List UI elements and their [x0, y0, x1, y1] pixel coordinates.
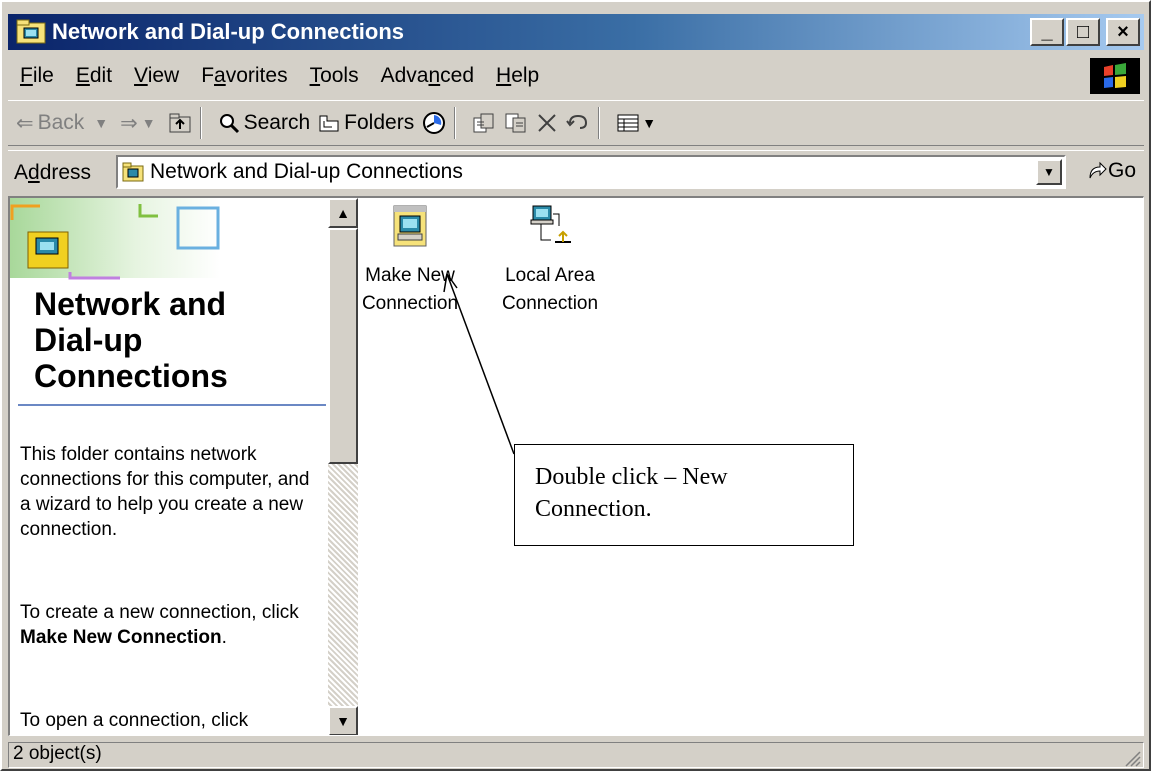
scroll-up-button[interactable]: ▲	[328, 198, 358, 228]
folders-label: Folders	[344, 111, 415, 134]
scroll-thumb[interactable]	[328, 228, 358, 464]
network-folder-icon	[16, 19, 46, 45]
undo-icon	[566, 114, 588, 129]
menu-advanced[interactable]: Advanced	[381, 64, 474, 88]
back-button[interactable]: ⇐ Back ▼	[16, 111, 112, 136]
views-button[interactable]: ▼	[616, 112, 660, 134]
copy-to-icon	[505, 113, 526, 133]
status-object-count: 2 object(s)	[8, 742, 1144, 768]
item-label-line1: Local Area	[505, 265, 595, 286]
delete-button[interactable]	[536, 112, 558, 134]
menu-favorites[interactable]: Favorites	[201, 64, 287, 88]
views-icon	[617, 114, 639, 132]
copy-to-button[interactable]	[504, 112, 528, 134]
back-arrow-icon: ⇐	[16, 111, 34, 135]
search-label: Search	[243, 111, 311, 134]
item-label-line2: Connection	[501, 293, 599, 314]
pane-title: Network and Dial-up Connections	[34, 286, 228, 394]
go-button[interactable]: Go	[1086, 159, 1136, 183]
delete-icon	[538, 114, 556, 132]
views-dropdown-icon: ▼	[642, 115, 657, 131]
status-bar: 2 object(s)	[8, 742, 1144, 770]
address-bar: Address Network and Dial-up Connections …	[8, 150, 1144, 194]
lan-connection-icon	[530, 205, 571, 243]
menu-file[interactable]: File	[20, 64, 54, 88]
address-dropdown-button[interactable]: ▼	[1036, 159, 1062, 185]
pane-open-instructions: To open a connection, click	[20, 710, 249, 731]
banner-graphic	[10, 198, 220, 280]
toolbar-separator	[598, 107, 601, 139]
scroll-down-button[interactable]: ▼	[328, 706, 358, 735]
title-bar[interactable]: Network and Dial-up Connections _ □ ×	[8, 14, 1144, 50]
forward-button[interactable]: ⇒ ▼	[120, 111, 159, 136]
item-label-line2: Connection	[361, 293, 459, 314]
maximize-button[interactable]: □	[1066, 18, 1100, 46]
search-button[interactable]: Search	[218, 111, 311, 135]
menu-edit[interactable]: Edit	[76, 64, 112, 88]
back-label: Back	[37, 111, 85, 134]
web-view-pane: Network and Dial-up Connections This fol…	[10, 198, 326, 735]
left-pane-scrollbar[interactable]: ▲ ▼	[328, 198, 358, 735]
folders-icon	[319, 115, 339, 132]
folder-content: Network and Dial-up Connections This fol…	[8, 196, 1144, 736]
up-folder-icon	[169, 113, 191, 133]
callout-line1: Double click – New	[535, 464, 728, 490]
explorer-window: Network and Dial-up Connections _ □ × Fi…	[0, 0, 1151, 771]
instruction-callout: Double click – New Connection.	[514, 444, 854, 546]
standard-toolbar: ⇐ Back ▼ ⇒ ▼ Search Folders ▼	[8, 100, 1144, 146]
pane-create-instructions: To create a new connection, click Make N…	[20, 602, 299, 648]
window-title: Network and Dial-up Connections	[52, 19, 405, 44]
forward-dropdown-icon: ▼	[141, 115, 156, 131]
make-new-connection-icon	[393, 205, 427, 247]
callout-line2: Connection.	[535, 496, 652, 522]
local-area-connection-item[interactable]: Local Area Connection	[490, 204, 610, 318]
move-to-icon	[473, 113, 494, 133]
search-icon	[219, 114, 239, 134]
toolbar-separator	[454, 107, 457, 139]
up-folder-button[interactable]	[168, 112, 192, 134]
address-label: Address	[14, 160, 92, 184]
menu-help[interactable]: Help	[496, 64, 539, 88]
history-icon	[423, 112, 446, 134]
pane-divider	[18, 404, 326, 406]
history-button[interactable]	[422, 111, 446, 135]
go-arrow-icon	[1089, 161, 1107, 179]
close-button[interactable]: ×	[1106, 18, 1140, 46]
folders-button[interactable]: Folders	[318, 111, 414, 135]
forward-arrow-icon: ⇒	[120, 111, 138, 135]
menu-tools[interactable]: Tools	[310, 64, 359, 88]
address-input[interactable]: Network and Dial-up Connections ▼	[116, 155, 1066, 189]
windows-logo-icon	[1090, 58, 1140, 94]
pane-description: This folder contains network connections…	[20, 444, 310, 540]
address-value: Network and Dial-up Connections	[150, 160, 463, 183]
make-new-connection-item[interactable]: Make New Connection	[360, 204, 460, 318]
go-label: Go	[1107, 159, 1136, 182]
item-label-line1: Make New	[365, 265, 455, 286]
back-dropdown-icon: ▼	[94, 115, 109, 131]
undo-button[interactable]	[566, 113, 590, 133]
network-folder-small-icon	[122, 162, 144, 182]
move-to-button[interactable]	[472, 112, 496, 134]
resize-grip-icon[interactable]	[1122, 748, 1142, 768]
menu-view[interactable]: View	[134, 64, 179, 88]
make-new-connection-link[interactable]: Make New Connection	[20, 627, 222, 648]
menu-bar: File Edit View Favorites Tools Advanced …	[8, 56, 1144, 96]
minimize-button[interactable]: _	[1030, 18, 1064, 46]
toolbar-separator	[199, 107, 202, 139]
